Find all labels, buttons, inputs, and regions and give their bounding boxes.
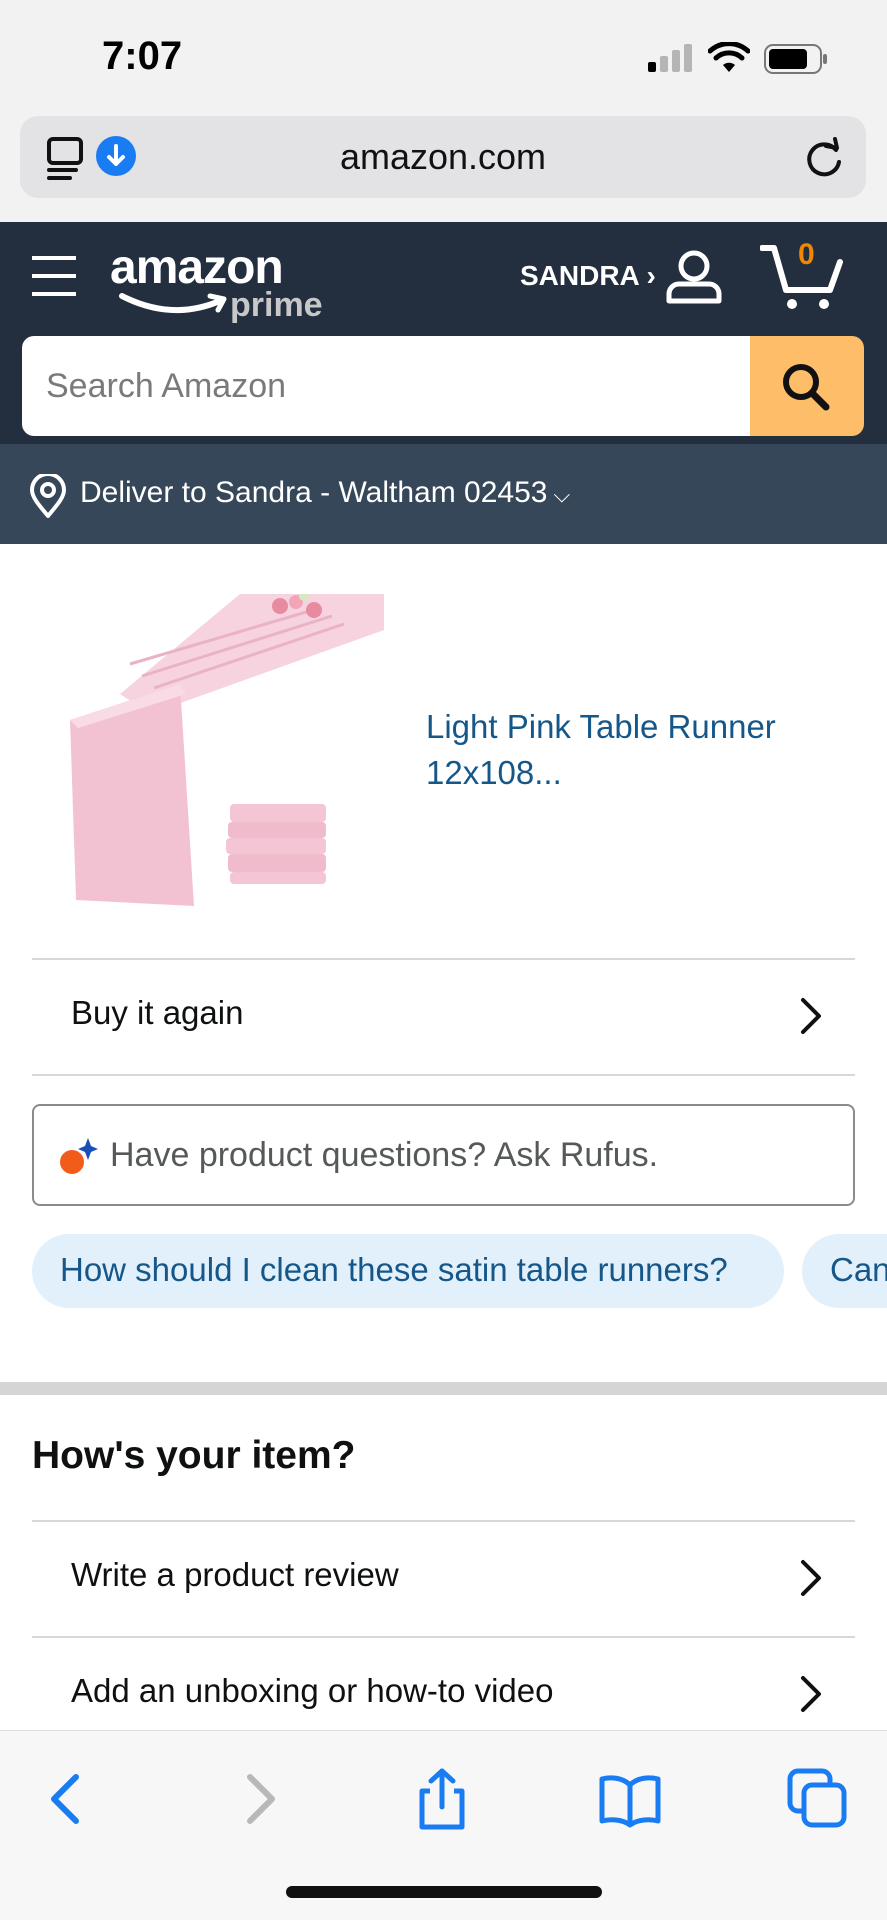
rufus-prompt-text: Have product questions? Ask Rufus. bbox=[110, 1136, 659, 1174]
amazon-prime-logo[interactable]: amazon prime bbox=[108, 240, 328, 326]
divider bbox=[32, 1074, 855, 1076]
wifi-icon bbox=[708, 42, 750, 72]
cellular-signal-icon bbox=[648, 44, 692, 72]
rufus-ask-input[interactable]: Have product questions? Ask Rufus. bbox=[32, 1104, 855, 1206]
amazon-header: amazon prime SANDRA › 0 bbox=[0, 222, 887, 444]
chevron-right-icon bbox=[801, 998, 821, 1034]
home-indicator bbox=[286, 1886, 602, 1898]
chevron-right-icon bbox=[801, 1676, 821, 1712]
product-image[interactable] bbox=[70, 594, 384, 910]
search-bar bbox=[22, 336, 864, 436]
search-input[interactable] bbox=[22, 336, 752, 436]
battery-icon bbox=[764, 44, 827, 74]
address-bar[interactable]: amazon.com bbox=[20, 116, 866, 198]
buy-it-again-row[interactable]: Buy it again bbox=[32, 960, 855, 1074]
share-icon[interactable] bbox=[410, 1767, 474, 1831]
tabs-icon[interactable] bbox=[786, 1767, 850, 1831]
forward-icon[interactable] bbox=[226, 1767, 290, 1831]
bookmarks-icon[interactable] bbox=[598, 1767, 662, 1831]
url-text[interactable]: amazon.com bbox=[20, 136, 866, 178]
logo-prime-text: prime bbox=[230, 286, 323, 324]
deliver-to-label: Deliver to Sandra - Waltham 02453 bbox=[80, 476, 548, 509]
status-bar: 7:07 bbox=[0, 0, 887, 116]
account-name-link[interactable]: SANDRA › bbox=[520, 260, 656, 292]
account-icon[interactable] bbox=[664, 250, 724, 304]
write-review-label: Write a product review bbox=[71, 1556, 399, 1593]
add-video-label: Add an unboxing or how-to video bbox=[71, 1672, 554, 1709]
reload-icon[interactable] bbox=[802, 136, 846, 180]
rufus-sparkle-icon bbox=[60, 1138, 98, 1174]
chevron-down-icon: ⌵ bbox=[553, 482, 571, 507]
deliver-to-text: Deliver to Sandra - Waltham 02453 ⌵ bbox=[80, 476, 570, 510]
write-review-row[interactable]: Write a product review bbox=[32, 1522, 855, 1636]
cart-count-badge: 0 bbox=[798, 238, 815, 271]
section-title: How's your item? bbox=[32, 1434, 356, 1477]
rufus-suggestion-chip[interactable]: Can bbox=[802, 1234, 887, 1308]
back-icon[interactable] bbox=[36, 1767, 100, 1831]
product-title-link[interactable]: Light Pink Table Runner 12x108... bbox=[426, 704, 846, 796]
search-button[interactable] bbox=[750, 336, 864, 436]
location-pin-icon bbox=[30, 474, 66, 518]
deliver-to-bar[interactable]: Deliver to Sandra - Waltham 02453 ⌵ bbox=[0, 444, 887, 544]
chevron-right-icon bbox=[801, 1560, 821, 1596]
buy-it-again-label: Buy it again bbox=[71, 994, 244, 1031]
rufus-suggestion-chip[interactable]: How should I clean these satin table run… bbox=[32, 1234, 784, 1308]
section-separator bbox=[0, 1382, 887, 1395]
status-time: 7:07 bbox=[102, 34, 183, 78]
browser-top-bar: amazon.com bbox=[0, 116, 887, 222]
menu-icon[interactable] bbox=[30, 254, 78, 298]
search-icon bbox=[783, 364, 830, 411]
smile-arrow-icon bbox=[119, 293, 227, 314]
